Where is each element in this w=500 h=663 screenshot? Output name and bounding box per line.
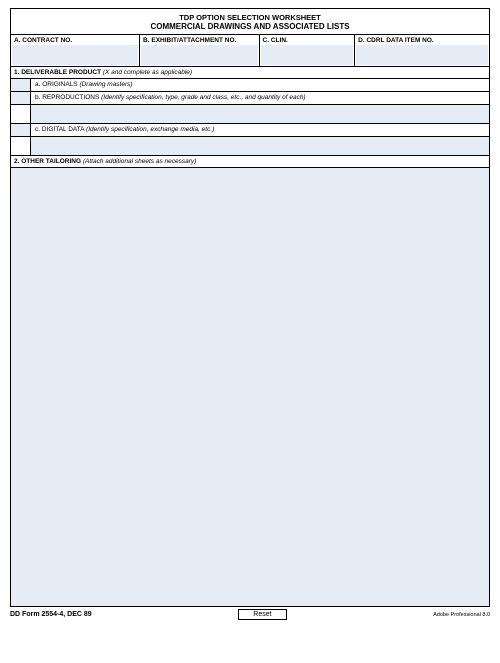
text-originals: a. ORIGINALS [35, 81, 79, 88]
section2-header: 2. OTHER TAILORING (Attach additional sh… [11, 156, 489, 168]
reset-button[interactable]: Reset [238, 609, 286, 620]
header-cell-clin: C. CLIN. [260, 35, 356, 66]
spacer-digital [11, 137, 31, 155]
input-reproductions[interactable] [31, 105, 489, 123]
label-reproductions: b. REPRODUCTIONS (Identify specification… [31, 92, 489, 104]
row-reproductions: b. REPRODUCTIONS (Identify specification… [11, 92, 489, 105]
checkbox-reproductions[interactable] [11, 92, 31, 104]
spacer-reproductions [11, 105, 31, 123]
section2-label: 2. OTHER TAILORING [14, 158, 83, 165]
hint-reproductions: (Identify specification, type, grade and… [101, 94, 306, 101]
input-contract-no[interactable] [12, 45, 138, 65]
row-digital-input [11, 137, 489, 156]
title-block: TDP OPTION SELECTION WORKSHEET COMMERCIA… [11, 9, 489, 35]
checkbox-digital[interactable] [11, 124, 31, 136]
section1-hint: (X and complete as applicable) [103, 69, 192, 76]
input-other-tailoring[interactable] [11, 168, 489, 606]
hint-digital: (Identify specification, exchange media,… [86, 126, 214, 133]
input-cdrl[interactable] [356, 45, 488, 65]
title-line2: COMMERCIAL DRAWINGS AND ASSOCIATED LISTS [11, 22, 489, 31]
form-page: TDP OPTION SELECTION WORKSHEET COMMERCIA… [10, 8, 490, 607]
header-cell-exhibit: B. EXHIBIT/ATTACHMENT NO. [140, 35, 260, 66]
label-cdrl: D. CDRL DATA ITEM NO. [355, 35, 489, 44]
label-exhibit-no: B. EXHIBIT/ATTACHMENT NO. [140, 35, 259, 44]
input-digital[interactable] [31, 137, 489, 155]
label-digital: c. DIGITAL DATA (Identify specification,… [31, 124, 489, 136]
text-digital: c. DIGITAL DATA [35, 126, 86, 133]
title-line1: TDP OPTION SELECTION WORKSHEET [11, 13, 489, 22]
section1-header: 1. DELIVERABLE PRODUCT (X and complete a… [11, 67, 489, 79]
label-originals: a. ORIGINALS (Drawing masters) [31, 79, 489, 91]
text-reproductions: b. REPRODUCTIONS [35, 94, 101, 101]
section2-hint: (Attach additional sheets as necessary) [83, 158, 196, 165]
header-cell-contract: A. CONTRACT NO. [11, 35, 140, 66]
input-exhibit-no[interactable] [141, 45, 258, 65]
header-cell-cdrl: D. CDRL DATA ITEM NO. [355, 35, 489, 66]
checkbox-originals[interactable] [11, 79, 31, 91]
header-row: A. CONTRACT NO. B. EXHIBIT/ATTACHMENT NO… [11, 35, 489, 67]
software-label: Adobe Professional 8.0 [433, 612, 490, 618]
row-digital: c. DIGITAL DATA (Identify specification,… [11, 124, 489, 137]
section1-label: 1. DELIVERABLE PRODUCT [14, 69, 103, 76]
hint-originals: (Drawing masters) [79, 81, 132, 88]
row-reproductions-input [11, 105, 489, 124]
label-contract-no: A. CONTRACT NO. [11, 35, 139, 44]
input-clin[interactable] [261, 45, 354, 65]
footer: DD Form 2554-4, DEC 89 Reset Adobe Profe… [10, 609, 490, 620]
row-originals: a. ORIGINALS (Drawing masters) [11, 79, 489, 92]
label-clin: C. CLIN. [260, 35, 355, 44]
form-id: DD Form 2554-4, DEC 89 [10, 611, 92, 618]
